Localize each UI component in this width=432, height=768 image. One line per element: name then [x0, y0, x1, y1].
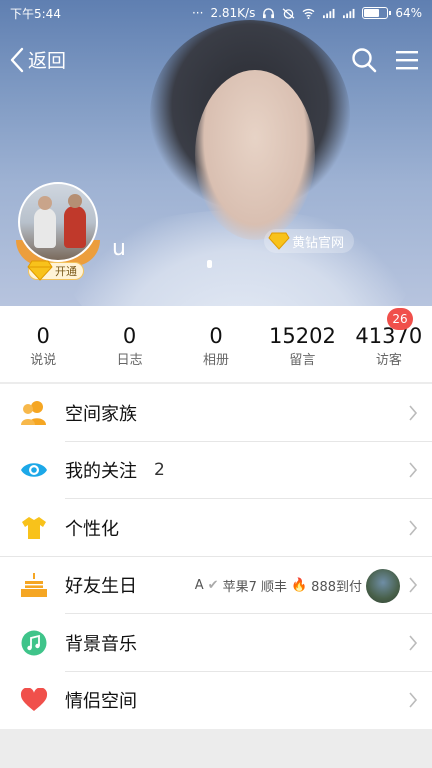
back-button[interactable]: 返回: [10, 46, 66, 73]
earbud-shape: [207, 260, 212, 268]
stat-value: 0: [209, 324, 223, 348]
menu-item-couple-space[interactable]: 情侣空间: [0, 672, 432, 730]
stat-value: 0: [122, 324, 137, 348]
chevron-right-icon: [409, 692, 418, 708]
status-dots-icon: ···: [191, 6, 204, 20]
eye-icon: [21, 463, 47, 477]
stat-label: 相册: [203, 353, 230, 368]
network-speed: 2.81K/s: [210, 6, 256, 20]
signal-icon-2: [343, 8, 355, 18]
menu-list: 空间家族 我的关注 2 个性化 好友生日 A ✔ 苹果7 顺丰 🔥 888到付 …: [0, 384, 432, 729]
menu-item-label: 我的关注: [65, 461, 137, 483]
stat-album[interactable]: 0 相册: [173, 306, 259, 382]
cover-face-shape: [195, 70, 315, 240]
visitor-count-badge: 26: [387, 308, 413, 330]
battery-icon: [362, 7, 392, 19]
menu-item-background-music[interactable]: 背景音乐: [0, 614, 432, 672]
page-footer-space: [0, 730, 432, 768]
headphones-icon: [263, 7, 275, 18]
music-icon: [21, 630, 47, 656]
menu-item-label: 情侣空间: [65, 691, 137, 713]
menu-item-label: 个性化: [65, 518, 119, 540]
signal-icon-1: [323, 8, 335, 18]
battery-percent: 64%: [395, 6, 422, 20]
check-icon: ✔: [207, 578, 219, 593]
chevron-right-icon: [409, 577, 418, 593]
menu-item-label: 背景音乐: [65, 633, 137, 655]
stat-label: 留言: [289, 353, 316, 368]
menu-item-space-family[interactable]: 空间家族: [0, 384, 432, 442]
open-vip-badge[interactable]: 开通: [27, 260, 84, 281]
chevron-right-icon: [409, 462, 418, 478]
stat-value: 0: [36, 324, 50, 348]
menu-item-label: 空间家族: [65, 403, 137, 425]
status-time: 下午5:44: [10, 6, 61, 21]
follow-count: 2: [154, 460, 165, 481]
diamond-icon: [27, 260, 53, 281]
chevron-right-icon: [409, 405, 418, 421]
birthday-prefix: A: [194, 578, 204, 593]
stat-label: 说说: [30, 353, 57, 368]
alarm-off-icon: [282, 7, 295, 19]
fire-icon: 🔥: [290, 578, 308, 593]
wifi-icon: [302, 8, 315, 19]
stat-label: 访客: [375, 353, 402, 368]
avatar[interactable]: [18, 182, 98, 262]
friend-thumbnail: [366, 568, 400, 603]
search-icon[interactable]: [350, 46, 378, 74]
family-icon: [21, 400, 46, 425]
menu-item-friend-birthday[interactable]: 好友生日 A ✔ 苹果7 顺丰 🔥 888到付: [0, 557, 432, 614]
diamond-icon: [268, 232, 290, 250]
stat-messages[interactable]: 15202 留言: [259, 306, 345, 382]
birthday-text: 苹果7 顺丰: [222, 580, 287, 595]
tshirt-icon: [22, 516, 46, 539]
birthday-feed-preview: A ✔ 苹果7 顺丰 🔥 888到付: [194, 568, 400, 603]
menu-item-personalize[interactable]: 个性化: [0, 499, 432, 557]
birthday-suffix: 888到付: [311, 580, 362, 595]
chevron-left-icon: [10, 47, 24, 72]
back-label: 返回: [28, 50, 67, 72]
stat-label: 日志: [116, 353, 143, 368]
stat-value: 15202: [269, 324, 336, 348]
stats-bar: 0 说说 0 日志 0 相册 15202 留言 41370 访客: [0, 306, 432, 382]
menu-item-my-follows[interactable]: 我的关注 2: [0, 442, 432, 499]
vip-link-label: 黄钻官网: [292, 235, 345, 251]
stat-value: 41370: [355, 324, 423, 348]
chevron-right-icon: [409, 520, 418, 536]
yellow-diamond-official-link[interactable]: 黄钻官网: [264, 229, 355, 253]
status-bar: 下午5:44 ··· 2.81K/s 64%: [0, 0, 432, 26]
top-nav: 返回: [0, 42, 432, 78]
stat-shuoshuo[interactable]: 0 说说: [0, 306, 86, 382]
cake-icon: [21, 573, 47, 598]
open-vip-label: 开通: [55, 265, 77, 278]
menu-icon[interactable]: [395, 48, 419, 72]
menu-item-label: 好友生日: [65, 576, 137, 598]
stat-blog[interactable]: 0 日志: [86, 306, 172, 382]
username[interactable]: u: [112, 236, 126, 261]
chevron-right-icon: [409, 635, 418, 651]
heart-icon: [20, 688, 48, 712]
